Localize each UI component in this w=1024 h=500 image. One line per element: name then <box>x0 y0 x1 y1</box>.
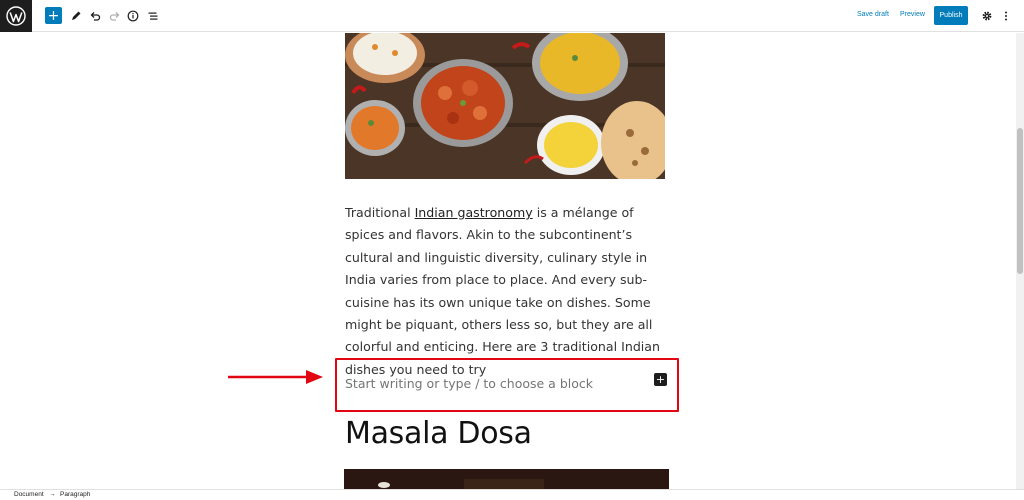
undo-icon <box>90 12 101 21</box>
redo-button[interactable] <box>106 7 124 25</box>
redo-icon <box>109 12 120 21</box>
indian-gastronomy-link[interactable]: Indian gastronomy <box>415 205 533 220</box>
breadcrumb-document[interactable]: Document <box>14 491 44 498</box>
more-options-button[interactable] <box>997 7 1015 25</box>
publish-button[interactable]: Publish <box>934 6 968 25</box>
block-editor: + Save draft Preview Publish Traditional… <box>0 0 1024 500</box>
more-options-icon <box>1005 11 1007 21</box>
list-view-button[interactable] <box>144 7 162 25</box>
scrollbar-thumb[interactable] <box>1017 128 1023 274</box>
masala-dosa-heading[interactable]: Masala Dosa <box>345 416 532 451</box>
pen-icon <box>72 11 81 20</box>
settings-gear-icon <box>982 11 992 21</box>
paragraph-text-start: Traditional <box>345 205 415 220</box>
save-draft-button[interactable]: Save draft <box>857 11 889 18</box>
editor-header: + Save draft Preview Publish <box>0 0 1024 32</box>
breadcrumb-paragraph[interactable]: Paragraph <box>60 491 90 498</box>
publish-label: Publish <box>939 12 963 19</box>
add-block-plus-icon[interactable]: + <box>654 373 667 386</box>
editor-canvas: Traditional Indian gastronomy is a mélan… <box>0 33 1016 489</box>
tools-button[interactable] <box>67 7 85 25</box>
block-breadcrumb: Document → Paragraph <box>0 489 1024 500</box>
default-block-appender[interactable]: Start writing or type / to choose a bloc… <box>335 358 679 412</box>
undo-button[interactable] <box>86 7 104 25</box>
list-view-icon <box>148 12 158 20</box>
info-icon <box>127 10 139 22</box>
masala-dosa-image[interactable] <box>344 469 669 489</box>
plus-icon: + <box>47 7 60 24</box>
appender-placeholder: Start writing or type / to choose a bloc… <box>345 376 593 391</box>
settings-button[interactable] <box>978 7 996 25</box>
details-button[interactable] <box>124 7 142 25</box>
indian-food-image[interactable] <box>345 33 665 179</box>
breadcrumb-separator: → <box>49 491 56 498</box>
preview-button[interactable]: Preview <box>900 11 925 18</box>
wordpress-logo-icon[interactable] <box>0 0 32 32</box>
paragraph-text-end: is a mélange of spices and flavors. Akin… <box>345 205 661 377</box>
red-arrow-annotation <box>228 370 323 384</box>
add-block-button[interactable]: + <box>45 7 62 24</box>
intro-paragraph[interactable]: Traditional Indian gastronomy is a mélan… <box>345 202 667 381</box>
